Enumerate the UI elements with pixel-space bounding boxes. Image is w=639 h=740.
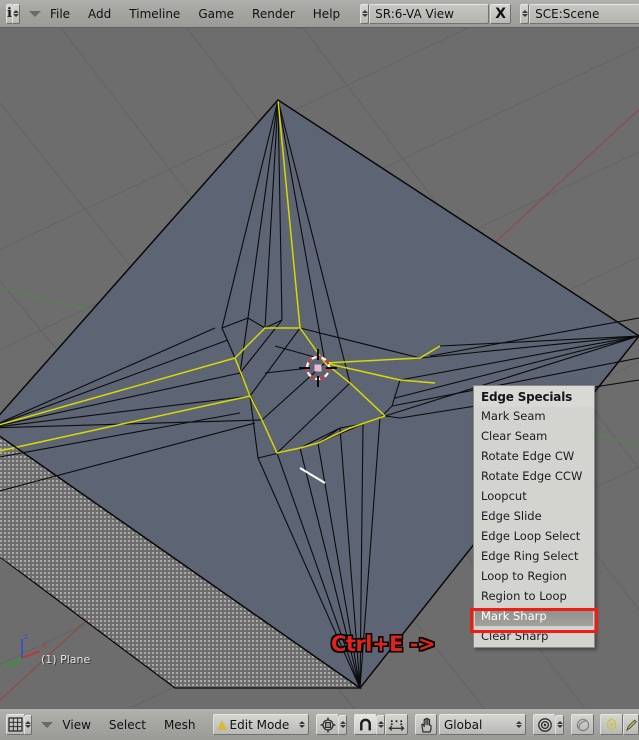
transform-orientation-group: Global [415, 714, 526, 735]
interaction-mode-value: Edit Mode [229, 717, 290, 732]
triangle-down-icon [28, 10, 41, 17]
transform-orientation-value: Global [444, 717, 483, 732]
proportional-edit-group [571, 714, 594, 735]
spinner-down-arrow-icon [298, 725, 305, 728]
shortcut-annotation: Ctrl+E -> [331, 632, 436, 656]
spinner-up-arrow-icon [361, 10, 368, 13]
pivot-center-group [533, 714, 564, 735]
header-collapse-button[interactable] [28, 4, 41, 24]
edge-specials-menu[interactable]: Edge Specials Mark Seam Clear Seam Rotat… [473, 385, 595, 648]
svg-text:y: y [3, 657, 8, 666]
spinner-down-arrow-icon [521, 14, 528, 17]
footer-menu-bar: View Select Mesh [53, 710, 204, 740]
footer-collapse-button[interactable] [41, 715, 54, 735]
scene-selector-spinner[interactable] [520, 3, 530, 24]
window-type-spinner[interactable] [11, 3, 20, 24]
pivot-center-button[interactable] [533, 714, 556, 735]
spinner-up-arrow-icon [25, 721, 32, 724]
menu-help[interactable]: Help [304, 0, 349, 28]
spinner-down-arrow-icon [377, 725, 384, 728]
snap-toggle-button[interactable] [354, 714, 377, 735]
spinner-up-arrow-icon [377, 721, 384, 724]
editor-type-button[interactable] [6, 714, 26, 735]
snap-spinner[interactable] [376, 714, 385, 735]
occlude-geometry-button[interactable] [600, 714, 623, 735]
triangle-down-icon [41, 721, 54, 728]
menu-item-rotate-edge-cw[interactable]: Rotate Edge CW [474, 447, 594, 467]
menu-timeline[interactable]: Timeline [120, 0, 189, 28]
occlude-group [600, 714, 639, 735]
spinner-down-arrow-icon [339, 725, 346, 728]
proportional-edit-icon [576, 718, 589, 731]
pivot-center-icon [537, 717, 552, 732]
scene-name-field[interactable]: SCE:Scene [529, 3, 639, 24]
menu-item-rotate-edge-ccw[interactable]: Rotate Edge CCW [474, 467, 594, 487]
menu-add[interactable]: Add [79, 0, 120, 28]
menu-item-edge-slide[interactable]: Edge Slide [474, 507, 594, 527]
manipulator-hand-icon [420, 717, 432, 733]
magnet-icon [360, 718, 371, 731]
menu-view[interactable]: View [53, 710, 99, 740]
screen-selector-group: SR:6-VA View X [360, 3, 512, 24]
menu-item-loop-to-region[interactable]: Loop to Region [474, 567, 594, 587]
manipulator-toggle-button[interactable] [415, 714, 437, 735]
menu-file[interactable]: File [41, 0, 79, 28]
spinner-down-arrow-icon [556, 725, 563, 728]
menu-item-region-to-loop[interactable]: Region to Loop [474, 587, 594, 607]
snap-target-button[interactable] [385, 714, 408, 735]
menu-item-clear-sharp[interactable]: Clear Sharp [474, 627, 594, 647]
proportional-edit-button[interactable] [571, 714, 594, 735]
cone-mode-icon [216, 719, 227, 730]
menu-item-mark-sharp[interactable]: Mark Sharp [474, 607, 594, 627]
menu-item-edge-ring-select[interactable]: Edge Ring Select [474, 547, 594, 567]
menu-item-clear-seam[interactable]: Clear Seam [474, 427, 594, 447]
snap-group [354, 714, 408, 735]
spinner-up-arrow-icon [556, 721, 563, 724]
menu-item-mark-seam[interactable]: Mark Seam [474, 407, 594, 427]
editor-type-spinner[interactable] [24, 714, 33, 735]
draw-type-spinner[interactable] [338, 714, 347, 735]
spinner-up-arrow-icon [12, 10, 19, 13]
pivot-center-spinner[interactable] [555, 714, 564, 735]
orientation-spinner[interactable] [514, 715, 523, 735]
shading-solid-icon [320, 717, 335, 732]
interaction-mode-selector[interactable]: Edit Mode [212, 714, 309, 735]
transform-orientation-selector[interactable]: Global [439, 714, 526, 735]
active-object-label: (1) Plane [41, 653, 91, 666]
menu-item-edge-loop-select[interactable]: Edge Loop Select [474, 527, 594, 547]
pencil-icon [625, 718, 637, 731]
occlude-geometry-icon [607, 718, 616, 731]
menu-game[interactable]: Game [189, 0, 243, 28]
spinner-up-arrow-icon [515, 721, 522, 724]
screen-selector-spinner[interactable] [360, 3, 370, 24]
scene-selector-group: SCE:Scene [520, 3, 639, 24]
grid-editor-icon [8, 717, 23, 732]
top-header-bar: i File Add Timeline Game Render Help SR:… [0, 0, 639, 28]
spinner-down-arrow-icon [515, 725, 522, 728]
draw-type-group [316, 714, 347, 735]
menu-title: Edge Specials [474, 386, 594, 407]
render-pencil-button[interactable] [623, 714, 639, 735]
spinner-down-arrow-icon [12, 14, 19, 17]
draw-type-button[interactable] [316, 714, 339, 735]
menu-render[interactable]: Render [243, 0, 304, 28]
blender-window: i File Add Timeline Game Render Help SR:… [0, 0, 639, 740]
spinner-down-arrow-icon [361, 14, 368, 17]
snap-target-icon [388, 719, 405, 731]
spinner-up-arrow-icon [521, 10, 528, 13]
viewport-footer-bar: View Select Mesh Edit Mode Global [0, 708, 639, 740]
menu-item-loopcut[interactable]: Loopcut [474, 487, 594, 507]
menu-select[interactable]: Select [100, 710, 155, 740]
svg-text:z: z [24, 632, 28, 641]
main-menu-bar: File Add Timeline Game Render Help [41, 0, 349, 27]
screen-name-field[interactable]: SR:6-VA View [369, 3, 490, 24]
spinner-up-arrow-icon [298, 721, 305, 724]
delete-screen-button[interactable]: X [490, 3, 512, 24]
spinner-down-arrow-icon [25, 725, 32, 728]
mode-spinner[interactable] [297, 715, 306, 735]
menu-mesh[interactable]: Mesh [155, 710, 205, 740]
svg-text:x: x [42, 641, 47, 650]
spinner-up-arrow-icon [339, 721, 346, 724]
